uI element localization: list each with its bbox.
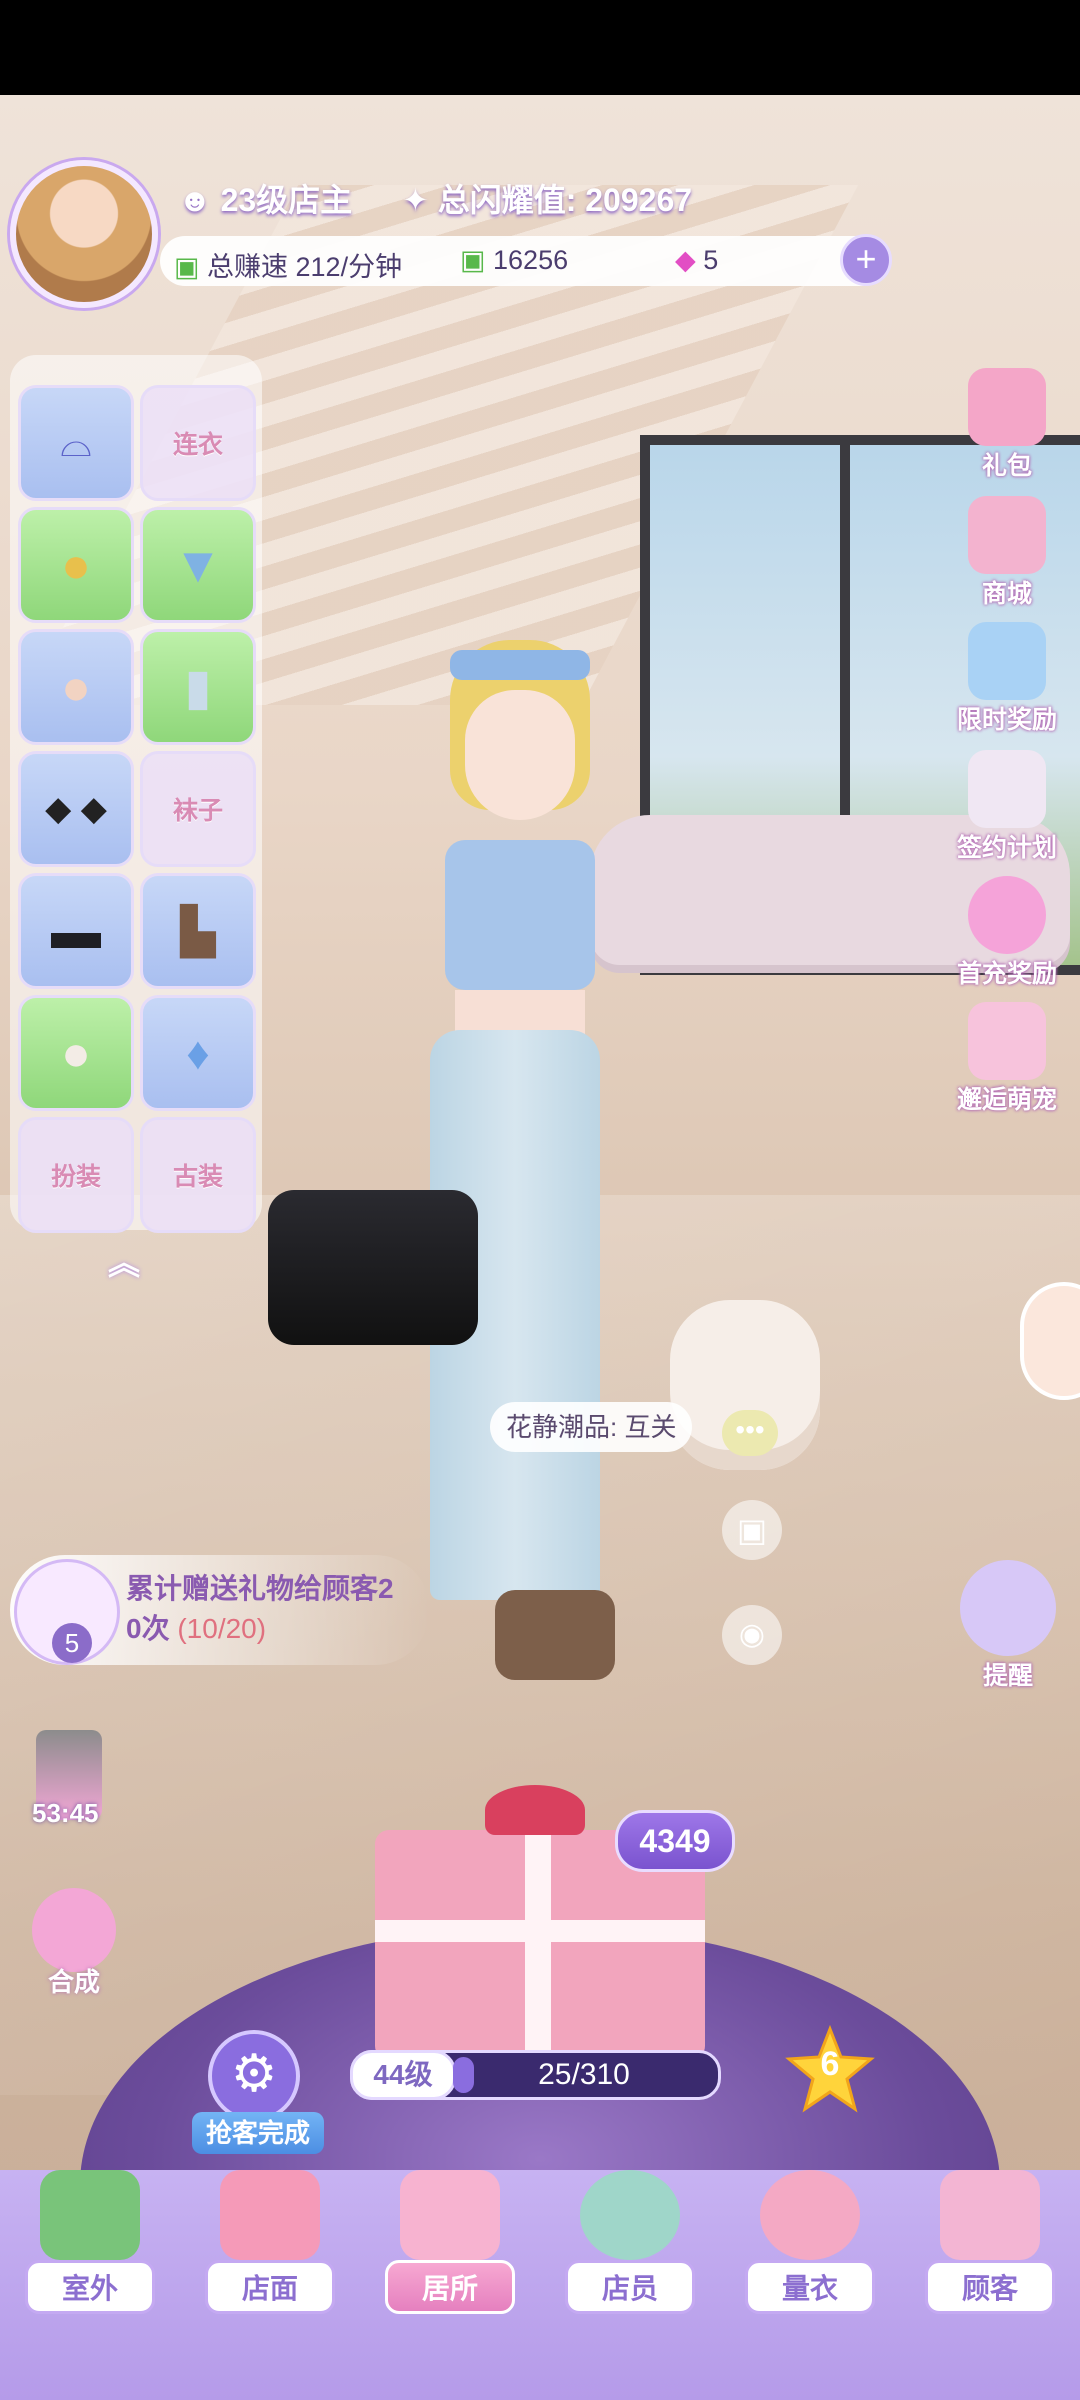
menu-gift-pack[interactable]: 礼包 [962, 368, 1052, 482]
level-progress-bar: 44级 25/310 [350, 2050, 721, 2100]
palm-tree-icon [40, 2170, 140, 2260]
task-line2: 0次 (10/20) [126, 1613, 267, 1644]
task-banner[interactable]: 5 累计赠送礼物给顾客2 0次 (10/20) [10, 1555, 430, 1665]
player-avatar[interactable] [10, 160, 158, 308]
box-icon[interactable]: ▣ [722, 1500, 782, 1560]
gift-count: 4349 [615, 1810, 735, 1872]
task-badge: 5 [52, 1623, 92, 1663]
nav-measure[interactable]: 量衣 [735, 2170, 885, 2314]
face-icon: ● [60, 659, 92, 715]
menu-shop[interactable]: 商城 [962, 496, 1052, 610]
staff-icon [580, 2170, 680, 2260]
status-bar [0, 0, 1080, 95]
shop-icon [968, 496, 1046, 574]
menu-reminder[interactable]: 提醒 [955, 1560, 1061, 1692]
cash-amount: ▣ 16256 [460, 245, 569, 275]
nav-residence[interactable]: 居所 [375, 2170, 525, 2314]
character-face [465, 690, 575, 820]
gift-pack-icon [968, 368, 1046, 446]
bottom-nav: 室外 店面 居所 店员 量衣 顾客 [0, 2170, 1080, 2400]
character-top [445, 840, 595, 990]
slot-top[interactable]: ▼ [140, 507, 256, 623]
collapse-chevron-icon[interactable]: ︽ [108, 1238, 140, 1284]
ribbon-horizontal [375, 1920, 705, 1942]
user-icon: ☻ [178, 182, 221, 218]
reminder-icon [960, 1560, 1056, 1656]
handbag-icon: ▬ [51, 903, 101, 959]
nav-outdoor[interactable]: 室外 [15, 2170, 165, 2314]
slot-hair[interactable]: ● [18, 507, 134, 623]
slot-ancient[interactable]: 古装 [140, 1117, 256, 1233]
slot-dress[interactable]: 连衣 [140, 385, 256, 501]
pet-house-icon [968, 1002, 1046, 1080]
synth-bag-icon[interactable] [32, 1888, 116, 1972]
earrings-icon: ◆ ◆ [45, 790, 107, 828]
tape-measure-icon [760, 2170, 860, 2260]
slot-handbag[interactable]: ▬ [18, 873, 134, 989]
limited-reward-icon [968, 622, 1046, 700]
menu-contract[interactable]: 签约计划 [948, 750, 1066, 864]
hair-icon: ● [60, 537, 92, 593]
star-badge[interactable]: 6 [785, 2024, 875, 2115]
chat-icon[interactable]: ••• [722, 1410, 778, 1456]
hamster-pet-icon: ● [60, 1025, 92, 1081]
storefront-icon [220, 2170, 320, 2260]
exp-text: 25/310 [538, 2058, 630, 2091]
money-icon: ▣ [460, 245, 494, 275]
slot-perfume[interactable]: ♦ [140, 995, 256, 1111]
cash-icon: ▣ [174, 252, 208, 282]
earn-rate: ▣ 总赚速 212/分钟 [174, 252, 403, 282]
menu-first-recharge[interactable]: 首充奖励 [948, 876, 1066, 990]
sunglasses-icon: ⌓ [60, 420, 92, 465]
menu-pet-house[interactable]: 邂逅萌宠 [948, 1002, 1066, 1116]
gem-icon: ◆ [675, 245, 704, 275]
slot-earrings[interactable]: ◆ ◆ [18, 751, 134, 867]
star-count: 6 [820, 2045, 840, 2083]
timer-text: 53:45 [32, 1798, 99, 1828]
black-handbag [268, 1190, 478, 1345]
top-icon: ▼ [173, 537, 223, 593]
contract-icon [968, 750, 1046, 828]
perfume-icon: ♦ [186, 1027, 210, 1079]
slot-costume[interactable]: 扮装 [18, 1117, 134, 1233]
auto-complete-label[interactable]: 抢客完成 [192, 2112, 325, 2154]
paw-side-icon[interactable] [1020, 1282, 1080, 1400]
slot-face[interactable]: ● [18, 629, 134, 745]
wardrobe-panel: ⌓ 连衣 ● ▼ ● ▮ ◆ ◆ 袜子 ▬ ▙ ● ♦ 扮装 古装 [10, 355, 262, 1233]
speech-bubble: 花静潮品: 互关 [490, 1402, 693, 1452]
task-line1: 累计赠送礼物给顾客2 [126, 1573, 394, 1604]
bow-icon [485, 1785, 585, 1835]
plus-icon[interactable]: + [840, 234, 892, 286]
currency-bar: ▣ 总赚速 212/分钟 ▣ 16256 ◆ 5 + [160, 234, 892, 286]
shoes-icon: ▙ [180, 905, 216, 957]
player-level: ☻ 23级店主 [178, 182, 353, 218]
nav-staff[interactable]: 店员 [555, 2170, 705, 2314]
shopping-bag-icon [940, 2170, 1040, 2260]
synth-label: 合成 [48, 1967, 101, 1997]
character-sunglasses [450, 650, 590, 680]
pants-icon: ▮ [184, 659, 212, 715]
character [300, 620, 720, 1700]
slot-shoes[interactable]: ▙ [140, 873, 256, 989]
character-shoes [495, 1590, 615, 1680]
camera-icon[interactable]: ◉ [722, 1605, 782, 1665]
slot-sunglasses[interactable]: ⌓ [18, 385, 134, 501]
gear-icon[interactable]: ⚙ [208, 2030, 300, 2122]
slot-pet[interactable]: ● [18, 995, 134, 1111]
level-pill: 44级 [350, 2050, 456, 2100]
first-recharge-icon [968, 876, 1046, 954]
sparkle-icon: ✦ [402, 182, 438, 218]
slot-pants[interactable]: ▮ [140, 629, 256, 745]
slot-socks[interactable]: 袜子 [140, 751, 256, 867]
menu-limited-reward[interactable]: 限时奖励 [948, 622, 1066, 736]
gem-amount: ◆ 5 [675, 245, 719, 275]
shine-value: ✦ 总闪耀值: 209267 [402, 182, 693, 218]
nav-customers[interactable]: 顾客 [915, 2170, 1065, 2314]
house-icon [400, 2170, 500, 2260]
nav-storefront[interactable]: 店面 [195, 2170, 345, 2314]
